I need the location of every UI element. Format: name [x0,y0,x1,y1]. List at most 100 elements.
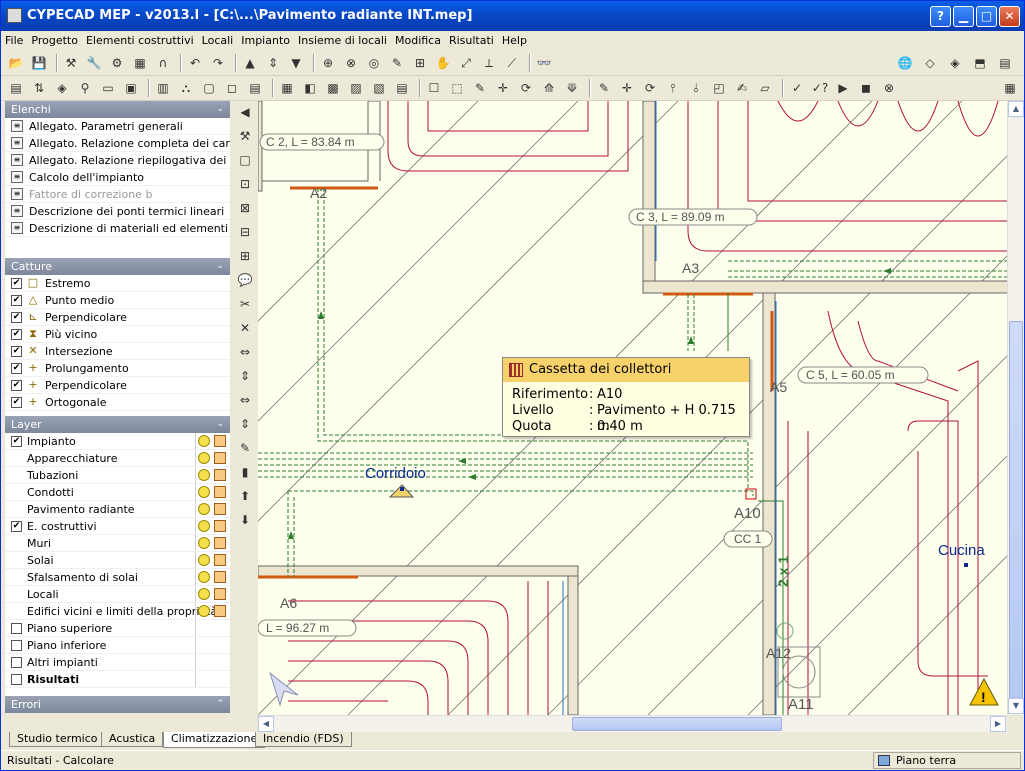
layer-item[interactable]: Piano inferiore [5,637,230,654]
visibility-bulb-icon[interactable] [198,520,210,532]
toolbar-button-icon[interactable]: ⫰ [687,79,705,97]
toolbar-button-icon[interactable]: ⚙ [108,54,126,72]
toolbar-button-icon[interactable]: ⟱ [563,79,581,97]
layer-cube-icon[interactable] [214,469,226,481]
toolbar-button-icon[interactable]: ▲ [241,54,259,72]
toolbar-button-icon[interactable]: ⫯ [664,79,682,97]
layer-cube-icon[interactable] [214,435,226,447]
toolbar-button-icon[interactable]: ◈ [53,79,71,97]
toolbar-button-icon[interactable]: ▣ [122,79,140,97]
list-item[interactable]: ≡ Calcolo dell'impianto [5,169,230,186]
toolbar-right-icon[interactable]: ▤ [996,54,1014,72]
layer-item[interactable]: Locali [5,586,230,603]
toolbar-button-icon[interactable]: ⤢ [457,54,475,72]
visibility-bulb-icon[interactable] [198,435,210,447]
side-tool-icon[interactable]: □ [236,151,254,169]
toolbar-button-icon[interactable]: ◎ [365,54,383,72]
vertical-scroll-thumb[interactable] [1009,321,1023,701]
layer-item[interactable]: Altri impianti [5,654,230,671]
side-tool-icon[interactable]: ✂ [236,295,254,313]
layer-item[interactable]: Solai [5,552,230,569]
toolbar-button-icon[interactable]: ⟳ [517,79,535,97]
toolbar-button-icon[interactable]: ⇕ [264,54,282,72]
snap-checkbox[interactable]: ✔ [11,380,22,391]
toolbar-button-icon[interactable]: ▧ [370,79,388,97]
toolbar-button-icon[interactable]: ⛬ [177,79,195,97]
toolbar-button-icon[interactable]: 🔧 [85,54,103,72]
layer-checkbox[interactable] [11,657,22,668]
side-tool-icon[interactable]: ✎ [236,439,254,457]
visibility-bulb-icon[interactable] [198,571,210,583]
collapse-chevron-icon[interactable]: ⌃ [216,696,224,713]
toolbar-button-icon[interactable]: ✓? [811,79,829,97]
toolbar-button-icon[interactable]: ✛ [494,79,512,97]
toolbar-button-icon[interactable]: ✍ [733,79,751,97]
maximize-button[interactable]: □ [976,6,997,27]
snap-checkbox[interactable]: ✔ [11,278,22,289]
vertical-scrollbar[interactable]: ▲ ▼ [1007,101,1024,715]
scroll-left-button[interactable]: ◀ [258,716,274,732]
toolbar-button-icon[interactable]: ▤ [7,79,25,97]
collapse-chevron-icon[interactable]: ⌄ [216,258,224,275]
side-tool-icon[interactable]: ⊞ [236,247,254,265]
toolbar-button-icon[interactable]: ▦ [278,79,296,97]
layer-item[interactable]: Condotti [5,484,230,501]
snap-item[interactable]: ✔ + Perpendicolare [5,377,230,394]
toolbar-button-icon[interactable]: ☐ [425,79,443,97]
visibility-bulb-icon[interactable] [198,537,210,549]
snap-checkbox[interactable]: ✔ [11,295,22,306]
layer-item[interactable]: Risultati [5,671,230,688]
side-tool-icon[interactable]: ⚒ [236,127,254,145]
toolbar-button-icon[interactable]: ▤ [246,79,264,97]
list-item[interactable]: ≡ Allegato. Parametri generali [5,118,230,135]
toolbar-button-icon[interactable]: ✓ [788,79,806,97]
side-tool-icon[interactable]: ⊠ [236,199,254,217]
scroll-right-button[interactable]: ▶ [990,716,1006,732]
tab-climatizzazione[interactable]: Climatizzazione [163,732,266,748]
snap-item[interactable]: ✔ + Prolungamento [5,360,230,377]
minimize-button[interactable]: ▁ [953,6,974,27]
side-tool-icon[interactable]: ▮ [236,463,254,481]
layer-cube-icon[interactable] [214,486,226,498]
toolbar-button-icon[interactable]: 👓 [535,54,553,72]
menu-locali[interactable]: Locali [198,31,238,51]
menu-risultati[interactable]: Risultati [445,31,498,51]
side-tool-icon[interactable]: ⇕ [236,415,254,433]
side-tool-icon[interactable]: ⇔ [236,343,254,361]
side-tool-icon[interactable]: ⬇ [236,511,254,529]
tab-studio-termico[interactable]: Studio termico [9,732,106,747]
panel-errori[interactable]: Errori ⌃ [5,696,230,713]
side-tool-icon[interactable]: ⊟ [236,223,254,241]
layer-checkbox[interactable] [11,640,22,651]
toolbar-button-icon[interactable]: ⊗ [880,79,898,97]
snap-checkbox[interactable]: ✔ [11,312,22,323]
toolbar-button-icon[interactable]: ↷ [209,54,227,72]
toolbar-right-icon[interactable]: ⬒ [971,54,989,72]
menu-progetto[interactable]: Progetto [27,31,82,51]
toolbar-button-icon[interactable]: ⟳ [641,79,659,97]
toolbar-button-icon[interactable]: ✎ [471,79,489,97]
layer-cube-icon[interactable] [214,605,226,617]
toolbar-button-icon[interactable]: ◼ [857,79,875,97]
visibility-bulb-icon[interactable] [198,452,210,464]
toolbar-button-icon[interactable]: ✎ [595,79,613,97]
list-item[interactable]: ≡ Descrizione dei ponti termici lineari [5,203,230,220]
toolbar-right-icon[interactable]: 🌐 [896,54,914,72]
toolbar-button-icon[interactable]: ⟰ [540,79,558,97]
toolbar-button-icon[interactable]: ⊕ [319,54,337,72]
snap-item[interactable]: ✔ △ Punto medio [5,292,230,309]
layer-cube-icon[interactable] [214,452,226,464]
layer-checkbox[interactable] [11,623,22,634]
list-item[interactable]: ≡ Allegato. Relazione completa dei carich… [5,135,230,152]
toolbar-button-icon[interactable]: ∩ [154,54,172,72]
layer-item[interactable]: Edifici vicini e limiti della proprietà [5,603,230,620]
toolbar-button-icon[interactable]: ◰ [710,79,728,97]
list-item[interactable]: ≡ Descrizione di materiali ed elementi co… [5,220,230,237]
toolbar-button-icon[interactable]: ⚒ [62,54,80,72]
toolbar-button-icon[interactable]: 📂 [7,54,25,72]
help-window-button[interactable]: ? [930,6,951,27]
snap-item[interactable]: ✔ ⧗ Più vicino [5,326,230,343]
toolbar-button-icon[interactable]: ⟂ [480,54,498,72]
layer-checkbox[interactable] [11,674,22,685]
layer-item[interactable]: Muri [5,535,230,552]
